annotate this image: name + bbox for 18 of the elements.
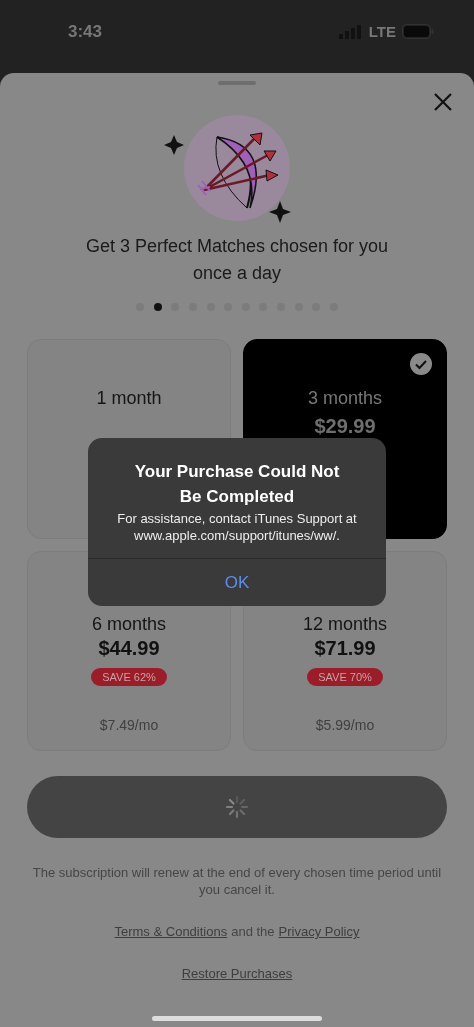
subscription-note: The subscription will renew at the end of every chosen time period until you cancel it. (31, 864, 443, 898)
discount-badge: SAVE 62% (91, 668, 167, 686)
headline: Get 3 Perfect Matches chosen for you once a day (84, 235, 390, 285)
monthly-price: $7.49/mo (99, 717, 159, 733)
monthly-price: $5.99/mo (315, 717, 375, 733)
plan-price: $71.99 (314, 637, 376, 660)
plan-price: $29.99 (314, 415, 376, 438)
network-label: LTE (368, 23, 396, 40)
legal-text: and the (231, 924, 275, 939)
plan-price: $44.99 (98, 637, 160, 660)
plan-duration: 6 months (91, 614, 166, 635)
plan-duration: 12 months (302, 614, 388, 635)
plan-duration: 3 months (307, 388, 382, 409)
alert-title: Your Purchase Could Not Be Completed (133, 461, 341, 508)
discount-badge: SAVE 70% (307, 668, 383, 686)
alert-message: For assistance, contact iTunes Support at www.apple.com/support/itunes/ww/. (116, 510, 358, 544)
status-time: 3:43 (68, 21, 103, 42)
plan-duration: 1 month (96, 388, 162, 409)
